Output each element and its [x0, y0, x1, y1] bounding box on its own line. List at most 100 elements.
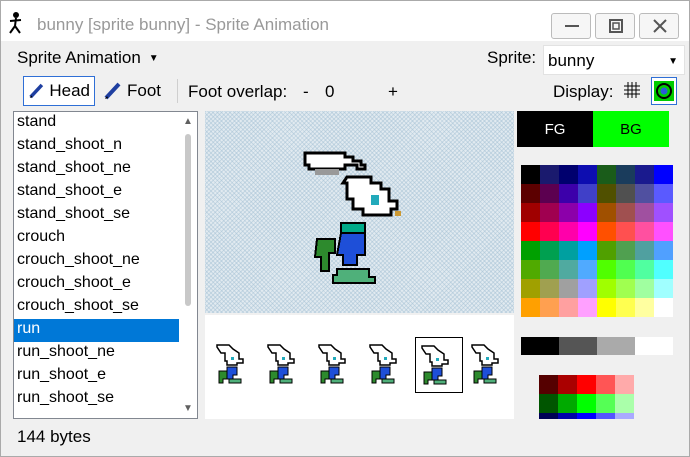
overlap-increment-button[interactable]: + — [388, 82, 398, 102]
palette-swatch[interactable] — [521, 184, 540, 203]
list-item[interactable]: crouch — [14, 227, 197, 250]
palette-swatch[interactable] — [540, 260, 559, 279]
palette-swatch[interactable] — [521, 298, 540, 317]
palette-swatch[interactable] — [521, 222, 540, 241]
custom-swatch[interactable] — [615, 375, 634, 394]
palette-swatch[interactable] — [521, 165, 540, 184]
palette-swatch[interactable] — [578, 203, 597, 222]
minimize-button[interactable] — [551, 13, 591, 39]
palette-swatch[interactable] — [616, 260, 635, 279]
animation-frame[interactable] — [466, 337, 514, 393]
palette-swatch[interactable] — [616, 165, 635, 184]
palette-swatch[interactable] — [616, 222, 635, 241]
list-item[interactable]: crouch_shoot_ne — [14, 250, 197, 273]
palette-swatch[interactable] — [616, 298, 635, 317]
scroll-down-icon[interactable]: ▼ — [183, 403, 193, 414]
animation-frame[interactable] — [364, 337, 412, 393]
palette-swatch[interactable] — [578, 222, 597, 241]
palette-swatch[interactable] — [597, 260, 616, 279]
palette-swatch[interactable] — [616, 279, 635, 298]
onion-skin-button[interactable] — [651, 77, 677, 105]
list-item[interactable]: crouch_shoot_se — [14, 296, 197, 319]
palette-swatch[interactable] — [597, 279, 616, 298]
palette-swatch[interactable] — [635, 241, 654, 260]
animation-list[interactable]: stand stand_shoot_n stand_shoot_ne stand_sh… — [13, 111, 198, 419]
palette-swatch[interactable] — [654, 203, 673, 222]
palette-swatch[interactable] — [559, 241, 578, 260]
palette-swatch[interactable] — [635, 298, 654, 317]
gray-swatch[interactable] — [635, 337, 673, 355]
palette-swatch[interactable] — [559, 222, 578, 241]
list-item[interactable]: crouch_shoot_e — [14, 273, 197, 296]
palette-swatch[interactable] — [559, 165, 578, 184]
palette-swatch[interactable] — [521, 241, 540, 260]
custom-swatch[interactable] — [577, 375, 596, 394]
fg-color-swatch[interactable]: FG — [517, 111, 593, 147]
custom-swatch[interactable] — [577, 394, 596, 413]
palette-swatch[interactable] — [578, 241, 597, 260]
scroll-up-icon[interactable]: ▲ — [183, 116, 193, 127]
palette-swatch[interactable] — [559, 203, 578, 222]
palette-swatch[interactable] — [597, 222, 616, 241]
palette-swatch[interactable] — [540, 184, 559, 203]
palette-swatch[interactable] — [597, 241, 616, 260]
custom-swatch[interactable] — [558, 375, 577, 394]
sprite-editor-canvas[interactable] — [205, 111, 514, 313]
custom-swatch[interactable] — [615, 394, 634, 413]
palette-swatch[interactable] — [559, 279, 578, 298]
animation-frame[interactable] — [313, 337, 361, 393]
custom-swatch[interactable] — [558, 413, 577, 419]
palette-swatch[interactable] — [578, 165, 597, 184]
custom-swatch[interactable] — [558, 394, 577, 413]
palette-swatch[interactable] — [654, 279, 673, 298]
list-item[interactable]: stand_shoot_n — [14, 135, 197, 158]
frame-strip[interactable] — [205, 315, 514, 419]
custom-swatch[interactable] — [596, 413, 615, 419]
palette-swatch[interactable] — [540, 222, 559, 241]
palette-swatch[interactable] — [540, 279, 559, 298]
palette-swatch[interactable] — [521, 260, 540, 279]
sprite-animation-menu[interactable]: Sprite Animation ▼ — [17, 48, 159, 68]
custom-swatch[interactable] — [539, 375, 558, 394]
palette-swatch[interactable] — [654, 241, 673, 260]
palette-swatch[interactable] — [597, 165, 616, 184]
palette-swatch[interactable] — [597, 298, 616, 317]
palette-swatch[interactable] — [521, 279, 540, 298]
palette-swatch[interactable] — [654, 222, 673, 241]
list-scrollbar[interactable]: ▲ ▼ — [179, 112, 197, 418]
palette-swatch[interactable] — [654, 184, 673, 203]
palette-swatch[interactable] — [559, 298, 578, 317]
palette-swatch[interactable] — [578, 279, 597, 298]
maximize-button[interactable] — [595, 13, 635, 39]
palette-swatch[interactable] — [559, 260, 578, 279]
overlap-value-field[interactable]: 0 — [313, 77, 391, 105]
custom-swatch[interactable] — [577, 413, 596, 419]
gray-swatch[interactable] — [597, 337, 635, 355]
list-item[interactable]: stand — [14, 112, 197, 135]
list-item[interactable]: run_shoot_ne — [14, 342, 197, 365]
palette-swatch[interactable] — [578, 260, 597, 279]
palette-swatch[interactable] — [521, 203, 540, 222]
palette-swatch[interactable] — [540, 241, 559, 260]
animation-frame[interactable] — [262, 337, 310, 393]
gray-swatch[interactable] — [559, 337, 597, 355]
list-item[interactable]: stand_shoot_se — [14, 204, 197, 227]
bg-color-swatch[interactable]: BG — [593, 111, 669, 147]
custom-swatch[interactable] — [596, 375, 615, 394]
animation-frame[interactable] — [415, 337, 463, 393]
palette-swatch[interactable] — [635, 165, 654, 184]
list-item[interactable]: run_shoot_e — [14, 365, 197, 388]
palette-swatch[interactable] — [635, 260, 654, 279]
list-item[interactable]: run — [14, 319, 197, 342]
palette-swatch[interactable] — [635, 203, 654, 222]
scroll-thumb[interactable] — [185, 134, 191, 306]
palette-swatch[interactable] — [635, 184, 654, 203]
palette-swatch[interactable] — [616, 241, 635, 260]
palette-swatch[interactable] — [654, 298, 673, 317]
palette-swatch[interactable] — [654, 260, 673, 279]
custom-swatch[interactable] — [539, 413, 558, 419]
palette-swatch[interactable] — [654, 165, 673, 184]
palette-swatch[interactable] — [616, 203, 635, 222]
custom-swatch[interactable] — [539, 394, 558, 413]
palette-swatch[interactable] — [616, 184, 635, 203]
